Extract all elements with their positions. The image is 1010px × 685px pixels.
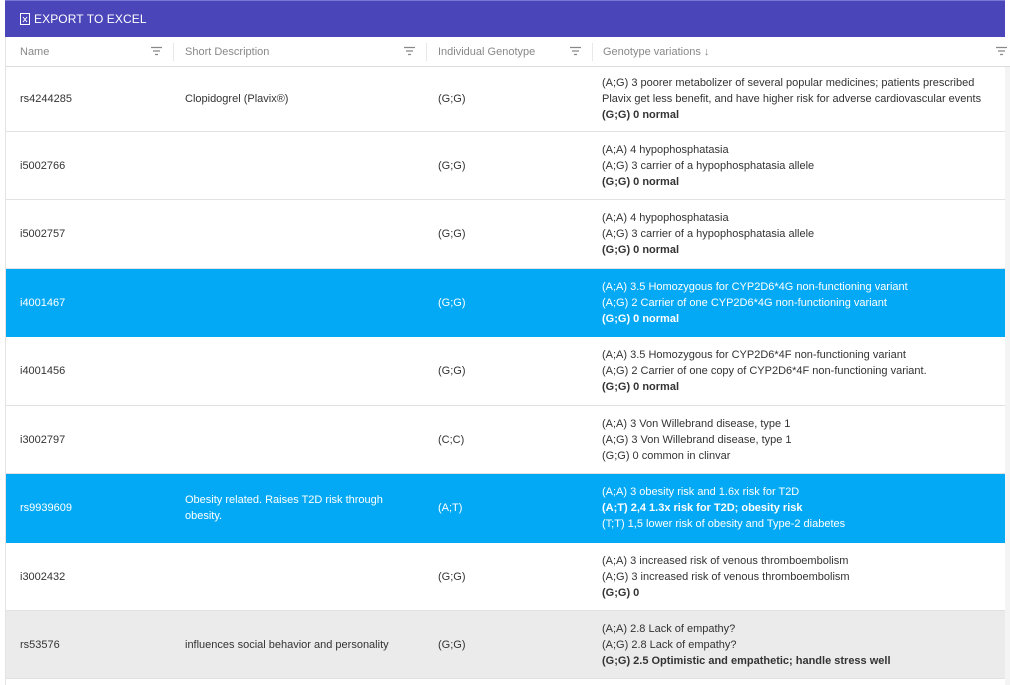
variation-line: (A;A) 3 increased risk of venous thrombo… xyxy=(602,554,849,567)
cell-genotype: (G;G) xyxy=(438,638,466,651)
column-header-short-description[interactable]: Short Description xyxy=(185,37,385,67)
variation-line: (A;G) 3 increased risk of venous thrombo… xyxy=(602,570,850,583)
column-divider[interactable] xyxy=(426,43,427,61)
variation-line: (A;A) 3.5 Homozygous for CYP2D6*4F non-f… xyxy=(602,349,906,361)
export-label: EXPORT TO EXCEL xyxy=(34,12,147,26)
filter-icon[interactable] xyxy=(570,46,581,56)
column-header-label: Name xyxy=(20,46,50,58)
table-row[interactable]: rs4244285 Clopidogrel (Plavix®) (G;G) (A… xyxy=(6,67,1005,132)
cell-genotype-variations: (A;A) 3 Von Willebrand disease, type 1 (… xyxy=(602,406,1002,473)
variation-line: (A;G) 3 poorer metabolizer of several po… xyxy=(602,77,975,89)
cell-genotype-variations: (A;A) 3 obesity risk and 1.6x risk for T… xyxy=(602,474,1002,542)
cell-genotype: (G;G) xyxy=(438,296,466,309)
cell-short-description xyxy=(185,269,415,336)
filter-icon[interactable] xyxy=(151,46,162,56)
cell-name: rs9939609 xyxy=(20,502,72,514)
variation-line: Plavix get less benefit, and have higher… xyxy=(602,93,982,105)
column-header-individual-genotype[interactable]: Individual Genotype xyxy=(438,37,568,67)
variation-line: (A;G) 2 Carrier of one CYP2D6*4G non-fun… xyxy=(602,296,887,309)
column-divider[interactable] xyxy=(592,43,593,61)
table-row[interactable]: i5002766 (G;G) (A;A) 4 hypophosphatasia … xyxy=(6,132,1005,200)
cell-short-description xyxy=(185,132,415,199)
variation-line: (A;A) 3 obesity risk and 1.6x risk for T… xyxy=(602,486,800,498)
cell-short-description: influences social behavior and personali… xyxy=(185,638,389,651)
cell-short-description xyxy=(185,337,415,405)
cell-name: rs4244285 xyxy=(20,93,72,105)
cell-name: i3002797 xyxy=(20,433,66,446)
vertical-scrollbar[interactable] xyxy=(1005,67,1010,685)
cell-genotype: (G;G) xyxy=(438,570,466,583)
column-header-label: Individual Genotype xyxy=(438,46,536,58)
cell-short-description xyxy=(185,406,415,473)
cell-short-description: Obesity related. Raises T2D risk through… xyxy=(185,494,383,522)
variation-line: (A;G) 3 carrier of a hypophosphatasia al… xyxy=(602,159,815,172)
variation-line-own-genotype: (G;G) 0 normal xyxy=(602,244,680,256)
variation-line: (A;A) 4 hypophosphatasia xyxy=(602,143,729,156)
cell-genotype-variations: (A;A) 3 increased risk of venous thrombo… xyxy=(602,543,1002,610)
variation-line: (A;G) 3 carrier of a hypophosphatasia al… xyxy=(602,228,815,240)
cell-genotype-variations: (A;A) 3.5 Homozygous for CYP2D6*4G non-f… xyxy=(602,269,1002,336)
table-row[interactable]: i3002432 (G;G) (A;A) 3 increased risk of… xyxy=(6,543,1005,611)
table-row[interactable]: i4001456 (G;G) (A;A) 3.5 Homozygous for … xyxy=(6,337,1005,406)
variation-line: (A;A) 3.5 Homozygous for CYP2D6*4G non-f… xyxy=(602,280,908,293)
variation-line: (A;G) 2.8 Lack of empathy? xyxy=(602,638,737,651)
cell-genotype: (G;G) xyxy=(438,228,466,240)
variation-line: (G;G) 0 common in clinvar xyxy=(602,449,731,462)
table-row[interactable]: i5002757 (G;G) (A;A) 4 hypophosphatasia … xyxy=(6,200,1005,269)
column-header-genotype-variations[interactable]: Genotype variations ↓ xyxy=(603,37,903,67)
column-header-label: Short Description xyxy=(185,46,270,58)
cell-name: i3002432 xyxy=(20,570,66,583)
cell-genotype-variations: (A;A) 4 hypophosphatasia (A;G) 3 carrier… xyxy=(602,132,1002,199)
cell-genotype: (G;G) xyxy=(438,93,466,105)
variation-line: (A;G) 2 Carrier of one copy of CYP2D6*4F… xyxy=(602,365,927,377)
cell-name: i5002766 xyxy=(20,159,66,172)
export-to-excel-button[interactable]: EXPORT TO EXCEL xyxy=(19,12,147,26)
variation-line: (T;T) 1,5 lower risk of obesity and Type… xyxy=(602,518,846,530)
column-header-label: Genotype variations ↓ xyxy=(603,46,710,58)
cell-genotype-variations: (A;A) 2.8 Lack of empathy? (A;G) 2.8 Lac… xyxy=(602,611,1002,678)
cell-genotype: (C;C) xyxy=(438,433,465,446)
cell-name: i5002757 xyxy=(20,228,66,240)
cell-genotype-variations: (A;G) 3 poorer metabolizer of several po… xyxy=(602,67,1002,131)
excel-file-icon xyxy=(20,13,30,25)
filter-icon[interactable] xyxy=(996,46,1007,56)
cell-short-description: Clopidogrel (Plavix®) xyxy=(185,93,289,105)
table-row-selected[interactable]: i4001467 (G;G) (A;A) 3.5 Homozygous for … xyxy=(6,269,1005,337)
column-header-name[interactable]: Name xyxy=(20,37,170,67)
cell-name: rs53576 xyxy=(20,638,60,651)
variation-line-own-genotype: (G;G) 0 normal xyxy=(602,109,680,121)
cell-genotype-variations: (A;A) 3.5 Homozygous for CYP2D6*4F non-f… xyxy=(602,337,1002,405)
variation-line-own-genotype: (G;G) 0 xyxy=(602,586,640,599)
variation-line-own-genotype: (A;T) 2,4 1.3x risk for T2D; obesity ris… xyxy=(602,502,803,514)
cell-genotype: (A;T) xyxy=(438,502,463,514)
variation-line-own-genotype: (G;G) 0 normal xyxy=(602,312,680,325)
column-divider[interactable] xyxy=(173,43,174,61)
cell-name: i4001456 xyxy=(20,365,66,377)
grid-header: Name Short Description Individual Genoty… xyxy=(5,37,1010,67)
variation-line: (A;A) 4 hypophosphatasia xyxy=(602,212,729,224)
cell-genotype-variations: (A;A) 4 hypophosphatasia (A;G) 3 carrier… xyxy=(602,200,1002,268)
cell-name: i4001467 xyxy=(20,296,66,309)
cell-short-description xyxy=(185,543,415,610)
variation-line-own-genotype: (G;G) 0 normal xyxy=(602,175,680,188)
grid-body: rs4244285 Clopidogrel (Plavix®) (G;G) (A… xyxy=(5,67,1005,685)
variation-line-own-genotype: (G;G) 0 normal xyxy=(602,381,680,393)
table-row-hovered[interactable]: rs53576 influences social behavior and p… xyxy=(6,611,1005,679)
table-row-selected[interactable]: rs9939609 Obesity related. Raises T2D ri… xyxy=(6,474,1005,543)
variation-line: (A;A) 3 Von Willebrand disease, type 1 xyxy=(602,417,791,430)
cell-genotype: (G;G) xyxy=(438,365,466,377)
variation-line-own-genotype: (G;G) 2.5 Optimistic and empathetic; han… xyxy=(602,654,891,667)
table-row[interactable]: i3002797 (C;C) (A;A) 3 Von Willebrand di… xyxy=(6,406,1005,474)
cell-short-description xyxy=(185,200,415,268)
filter-icon[interactable] xyxy=(404,46,415,56)
cell-genotype: (G;G) xyxy=(438,159,466,172)
grid-toolbar: EXPORT TO EXCEL xyxy=(5,0,1005,37)
variation-line: (A;G) 3 Von Willebrand disease, type 1 xyxy=(602,433,792,446)
variation-line: (A;A) 2.8 Lack of empathy? xyxy=(602,622,736,635)
